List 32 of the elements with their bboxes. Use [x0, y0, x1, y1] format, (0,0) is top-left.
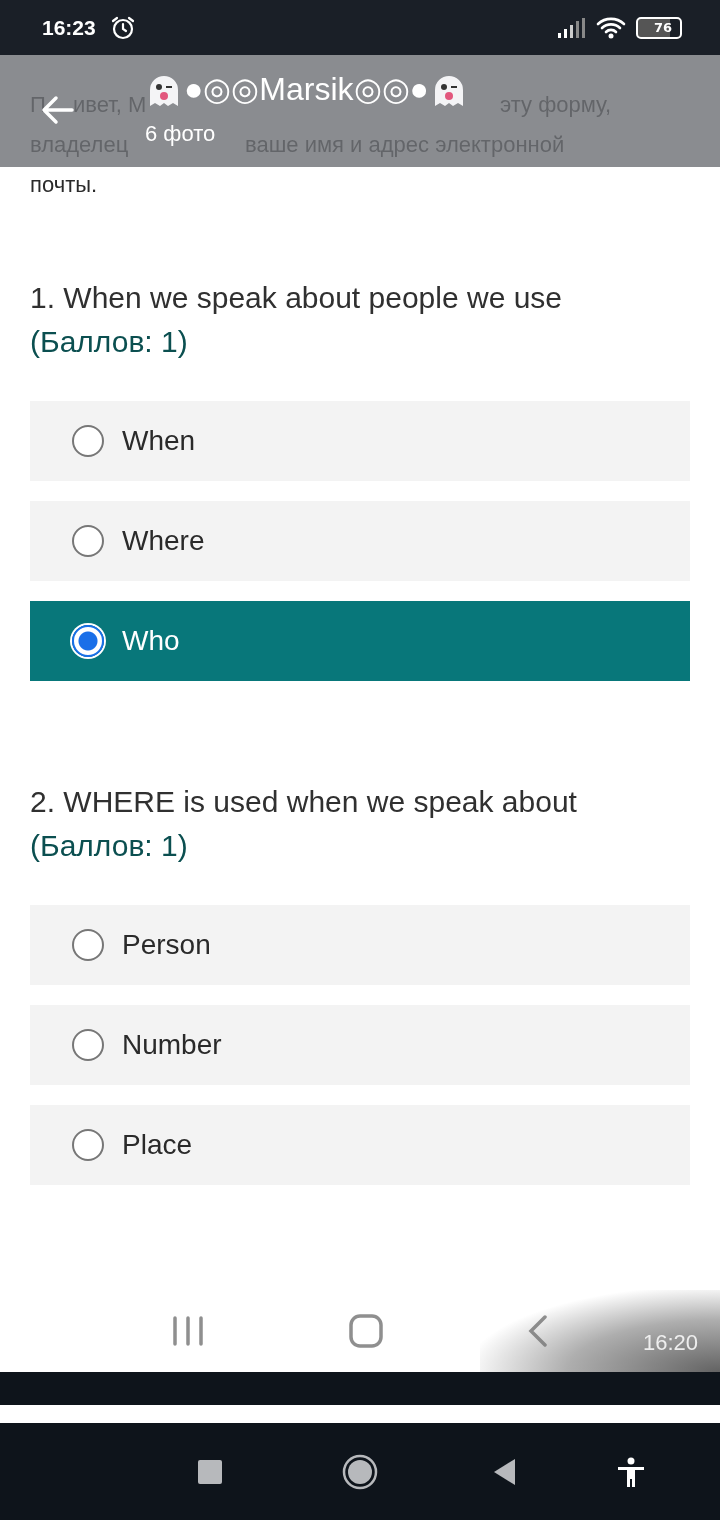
battery-indicator: 76	[635, 16, 682, 39]
accessibility-icon[interactable]	[617, 1456, 645, 1487]
recent-apps-icon[interactable]	[172, 1315, 205, 1347]
viewer-title: ●◎◎Marsik◎◎●	[184, 70, 429, 108]
back-icon[interactable]	[527, 1315, 548, 1347]
answer-option[interactable]: Number	[30, 1005, 690, 1085]
alarm-icon	[109, 14, 136, 41]
question-text: 1. When we speak about people we use	[30, 280, 564, 316]
question-points: (Баллов: 1)	[30, 324, 189, 360]
answer-option[interactable]: Place	[30, 1105, 690, 1185]
home-circle-icon[interactable]	[342, 1453, 378, 1490]
back-triangle-icon[interactable]	[493, 1457, 517, 1486]
answer-option[interactable]: Where	[30, 501, 690, 581]
question-text: 2. WHERE is used when we speak about	[30, 784, 578, 820]
intro-text: почты.	[30, 172, 98, 197]
radio-button[interactable]	[72, 1129, 104, 1161]
signal-icon	[557, 17, 586, 38]
answer-option[interactable]: Person	[30, 905, 690, 985]
radio-button[interactable]	[72, 929, 104, 961]
status-time: 16:23	[42, 15, 96, 40]
timestamp: 16:20	[642, 1330, 698, 1356]
radio-button[interactable]	[72, 525, 104, 557]
answer-option[interactable]: When	[30, 401, 690, 481]
wifi-icon	[595, 15, 626, 40]
home-icon[interactable]	[349, 1314, 383, 1348]
question-points: (Баллов: 1)	[30, 828, 189, 864]
square-icon[interactable]	[198, 1459, 222, 1484]
photo-count: 6 фото	[145, 121, 216, 147]
radio-button[interactable]	[72, 1029, 104, 1061]
radio-button[interactable]	[72, 425, 104, 457]
radio-button[interactable]	[72, 625, 104, 657]
answer-option[interactable]: Who	[30, 601, 690, 681]
